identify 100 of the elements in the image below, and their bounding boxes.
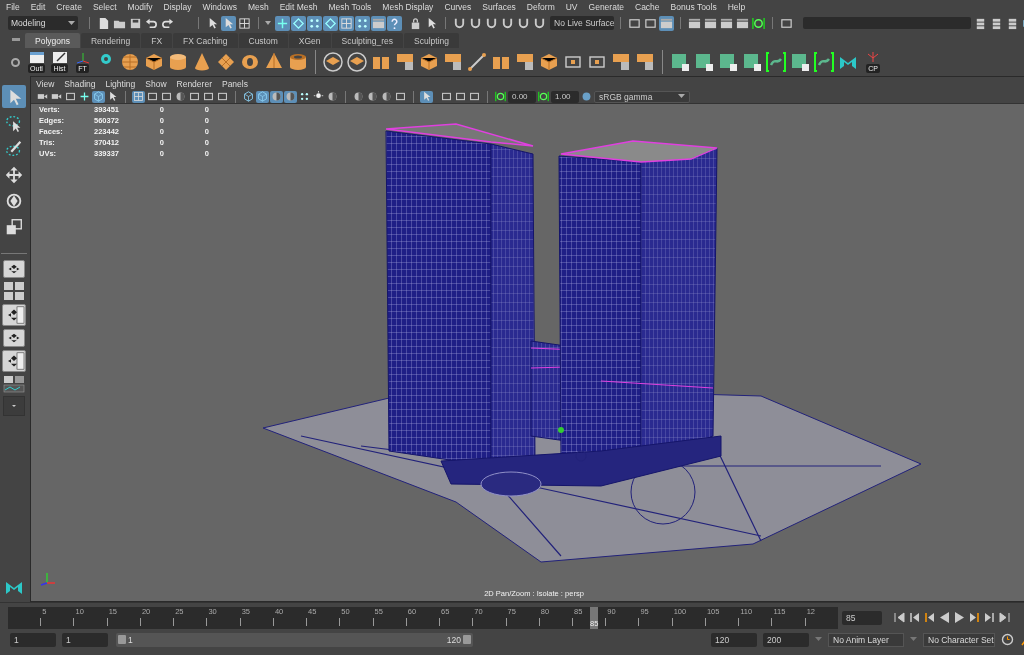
exposure-icon[interactable] bbox=[494, 90, 507, 103]
shading-icon[interactable] bbox=[256, 90, 269, 103]
menu-item[interactable]: Surfaces bbox=[482, 1, 516, 12]
shelf-tab[interactable]: FX bbox=[141, 33, 173, 48]
dots-icon[interactable] bbox=[355, 15, 370, 31]
target-icon[interactable] bbox=[751, 15, 766, 31]
go-to-end-icon[interactable] bbox=[999, 612, 1010, 623]
uv-tile-icon[interactable] bbox=[741, 51, 763, 73]
menu-item[interactable]: Windows bbox=[202, 1, 237, 12]
anim-layer-dropdown[interactable]: No Anim Layer bbox=[828, 632, 904, 647]
dots-icon[interactable] bbox=[307, 15, 322, 31]
menu-item[interactable]: Mesh Tools bbox=[328, 1, 372, 12]
color-management-icon[interactable] bbox=[580, 90, 593, 103]
gamma-field[interactable]: 1.00 bbox=[551, 90, 579, 103]
display-toggle-icon[interactable] bbox=[202, 90, 215, 103]
play-backward-icon[interactable] bbox=[939, 612, 950, 623]
menu-item[interactable]: Display bbox=[163, 1, 192, 12]
uv-tile-icon[interactable] bbox=[669, 51, 691, 73]
select-tool-icon[interactable] bbox=[237, 15, 252, 31]
menu-item[interactable]: Mesh Display bbox=[382, 1, 434, 12]
cube-icon[interactable] bbox=[143, 51, 165, 73]
shelf-tab[interactable]: FX Caching bbox=[173, 33, 238, 48]
diamond-icon[interactable] bbox=[291, 15, 306, 31]
uv-tile-icon[interactable] bbox=[789, 51, 811, 73]
menu-item[interactable]: Select bbox=[92, 1, 117, 12]
panel-menu[interactable]: Renderer bbox=[176, 78, 212, 89]
panel-menu[interactable]: Panels bbox=[221, 78, 248, 89]
layers-icon[interactable] bbox=[346, 51, 368, 73]
ball-icon[interactable] bbox=[352, 90, 365, 103]
step-back-key-icon[interactable] bbox=[909, 612, 920, 623]
knife-icon[interactable] bbox=[466, 51, 488, 73]
exposure-field[interactable]: 0.00 bbox=[508, 90, 536, 103]
menu-item[interactable]: Edit bbox=[30, 1, 46, 12]
shelf-tab[interactable]: Sculpting bbox=[404, 33, 460, 48]
caret-icon[interactable] bbox=[265, 21, 271, 25]
end-frame-field[interactable]: 200 bbox=[763, 632, 809, 647]
shading-icon[interactable] bbox=[242, 90, 255, 103]
step-forward-icon[interactable] bbox=[969, 612, 980, 623]
menu-item[interactable]: Bonus Tools bbox=[670, 1, 717, 12]
range-handle[interactable] bbox=[463, 634, 471, 644]
shelf-tab[interactable]: Sculpting_res bbox=[331, 33, 404, 48]
bracket-icon[interactable] bbox=[765, 51, 787, 73]
graph-layout-icon[interactable] bbox=[3, 375, 25, 393]
start-frame-field[interactable]: 1 bbox=[10, 632, 56, 647]
bracket-icon[interactable] bbox=[813, 51, 835, 73]
shading-icon[interactable] bbox=[270, 90, 283, 103]
frame-icon[interactable] bbox=[454, 90, 467, 103]
cube-icon[interactable] bbox=[538, 51, 560, 73]
character-set-dropdown[interactable]: No Character Set bbox=[923, 632, 995, 647]
uv-tile-icon[interactable] bbox=[693, 51, 715, 73]
shading-icon[interactable] bbox=[298, 90, 311, 103]
cube-icon[interactable] bbox=[418, 51, 440, 73]
play-forward-icon[interactable] bbox=[954, 612, 965, 623]
side-by-side-layout-icon[interactable] bbox=[2, 304, 26, 326]
menu-item[interactable]: File bbox=[6, 1, 20, 12]
panel-menu[interactable]: Lighting bbox=[105, 78, 136, 89]
pipe-icon[interactable] bbox=[287, 51, 309, 73]
menu-item[interactable]: Cache bbox=[635, 1, 660, 12]
tiles-icon[interactable] bbox=[394, 51, 416, 73]
step-back-icon[interactable] bbox=[924, 612, 935, 623]
menu-item[interactable]: Edit Mesh bbox=[279, 1, 318, 12]
single-pane-layout-icon[interactable] bbox=[3, 329, 25, 347]
display-toggle-icon[interactable] bbox=[146, 90, 159, 103]
single-pane-layout-icon[interactable] bbox=[3, 260, 25, 278]
frame-icon[interactable] bbox=[659, 15, 674, 31]
plus-icon[interactable] bbox=[275, 15, 290, 31]
color-space-dropdown[interactable]: sRGB gamma bbox=[594, 90, 690, 103]
playback-end-field[interactable]: 120 bbox=[711, 632, 757, 647]
display-toggle-icon[interactable] bbox=[174, 90, 187, 103]
shelf-tab[interactable]: Polygons bbox=[25, 33, 80, 48]
display-toggle-icon[interactable] bbox=[132, 90, 145, 103]
tiles-icon[interactable] bbox=[514, 51, 536, 73]
side-by-side-layout-icon[interactable] bbox=[2, 350, 26, 372]
tiles-icon[interactable] bbox=[610, 51, 632, 73]
step-forward-key-icon[interactable] bbox=[984, 612, 995, 623]
menu-item[interactable]: Mesh bbox=[247, 1, 269, 12]
tiles-icon[interactable] bbox=[634, 51, 656, 73]
frame-icon[interactable] bbox=[440, 90, 453, 103]
panel-menu[interactable]: View bbox=[36, 78, 55, 89]
menu-item[interactable]: Curves bbox=[444, 1, 472, 12]
display-toggle-icon[interactable] bbox=[160, 90, 173, 103]
range-slider[interactable]: 1 120 bbox=[116, 632, 473, 647]
mode-dropdown[interactable]: Modeling bbox=[8, 16, 78, 30]
current-frame-field[interactable]: 85 bbox=[842, 610, 882, 625]
tiles-icon[interactable] bbox=[442, 51, 464, 73]
command-field[interactable] bbox=[803, 17, 971, 29]
display-toggle-icon[interactable] bbox=[188, 90, 201, 103]
display-toggle-icon[interactable] bbox=[216, 90, 229, 103]
cylinder-icon[interactable] bbox=[167, 51, 189, 73]
playback-start-field[interactable]: 1 bbox=[62, 632, 108, 647]
panel-menu[interactable]: Show bbox=[145, 78, 167, 89]
menu-item[interactable]: Deform bbox=[526, 1, 555, 12]
four-pane-layout-icon[interactable] bbox=[3, 281, 25, 301]
menu-item[interactable]: Generate bbox=[588, 1, 624, 12]
menu-item[interactable]: UV bbox=[565, 1, 578, 12]
diamond-icon[interactable] bbox=[323, 15, 338, 31]
frame-icon[interactable] bbox=[468, 90, 481, 103]
live-surface-field[interactable]: No Live Surface bbox=[550, 16, 614, 30]
shading-icon[interactable] bbox=[326, 90, 339, 103]
uv-tile-icon[interactable] bbox=[717, 51, 739, 73]
